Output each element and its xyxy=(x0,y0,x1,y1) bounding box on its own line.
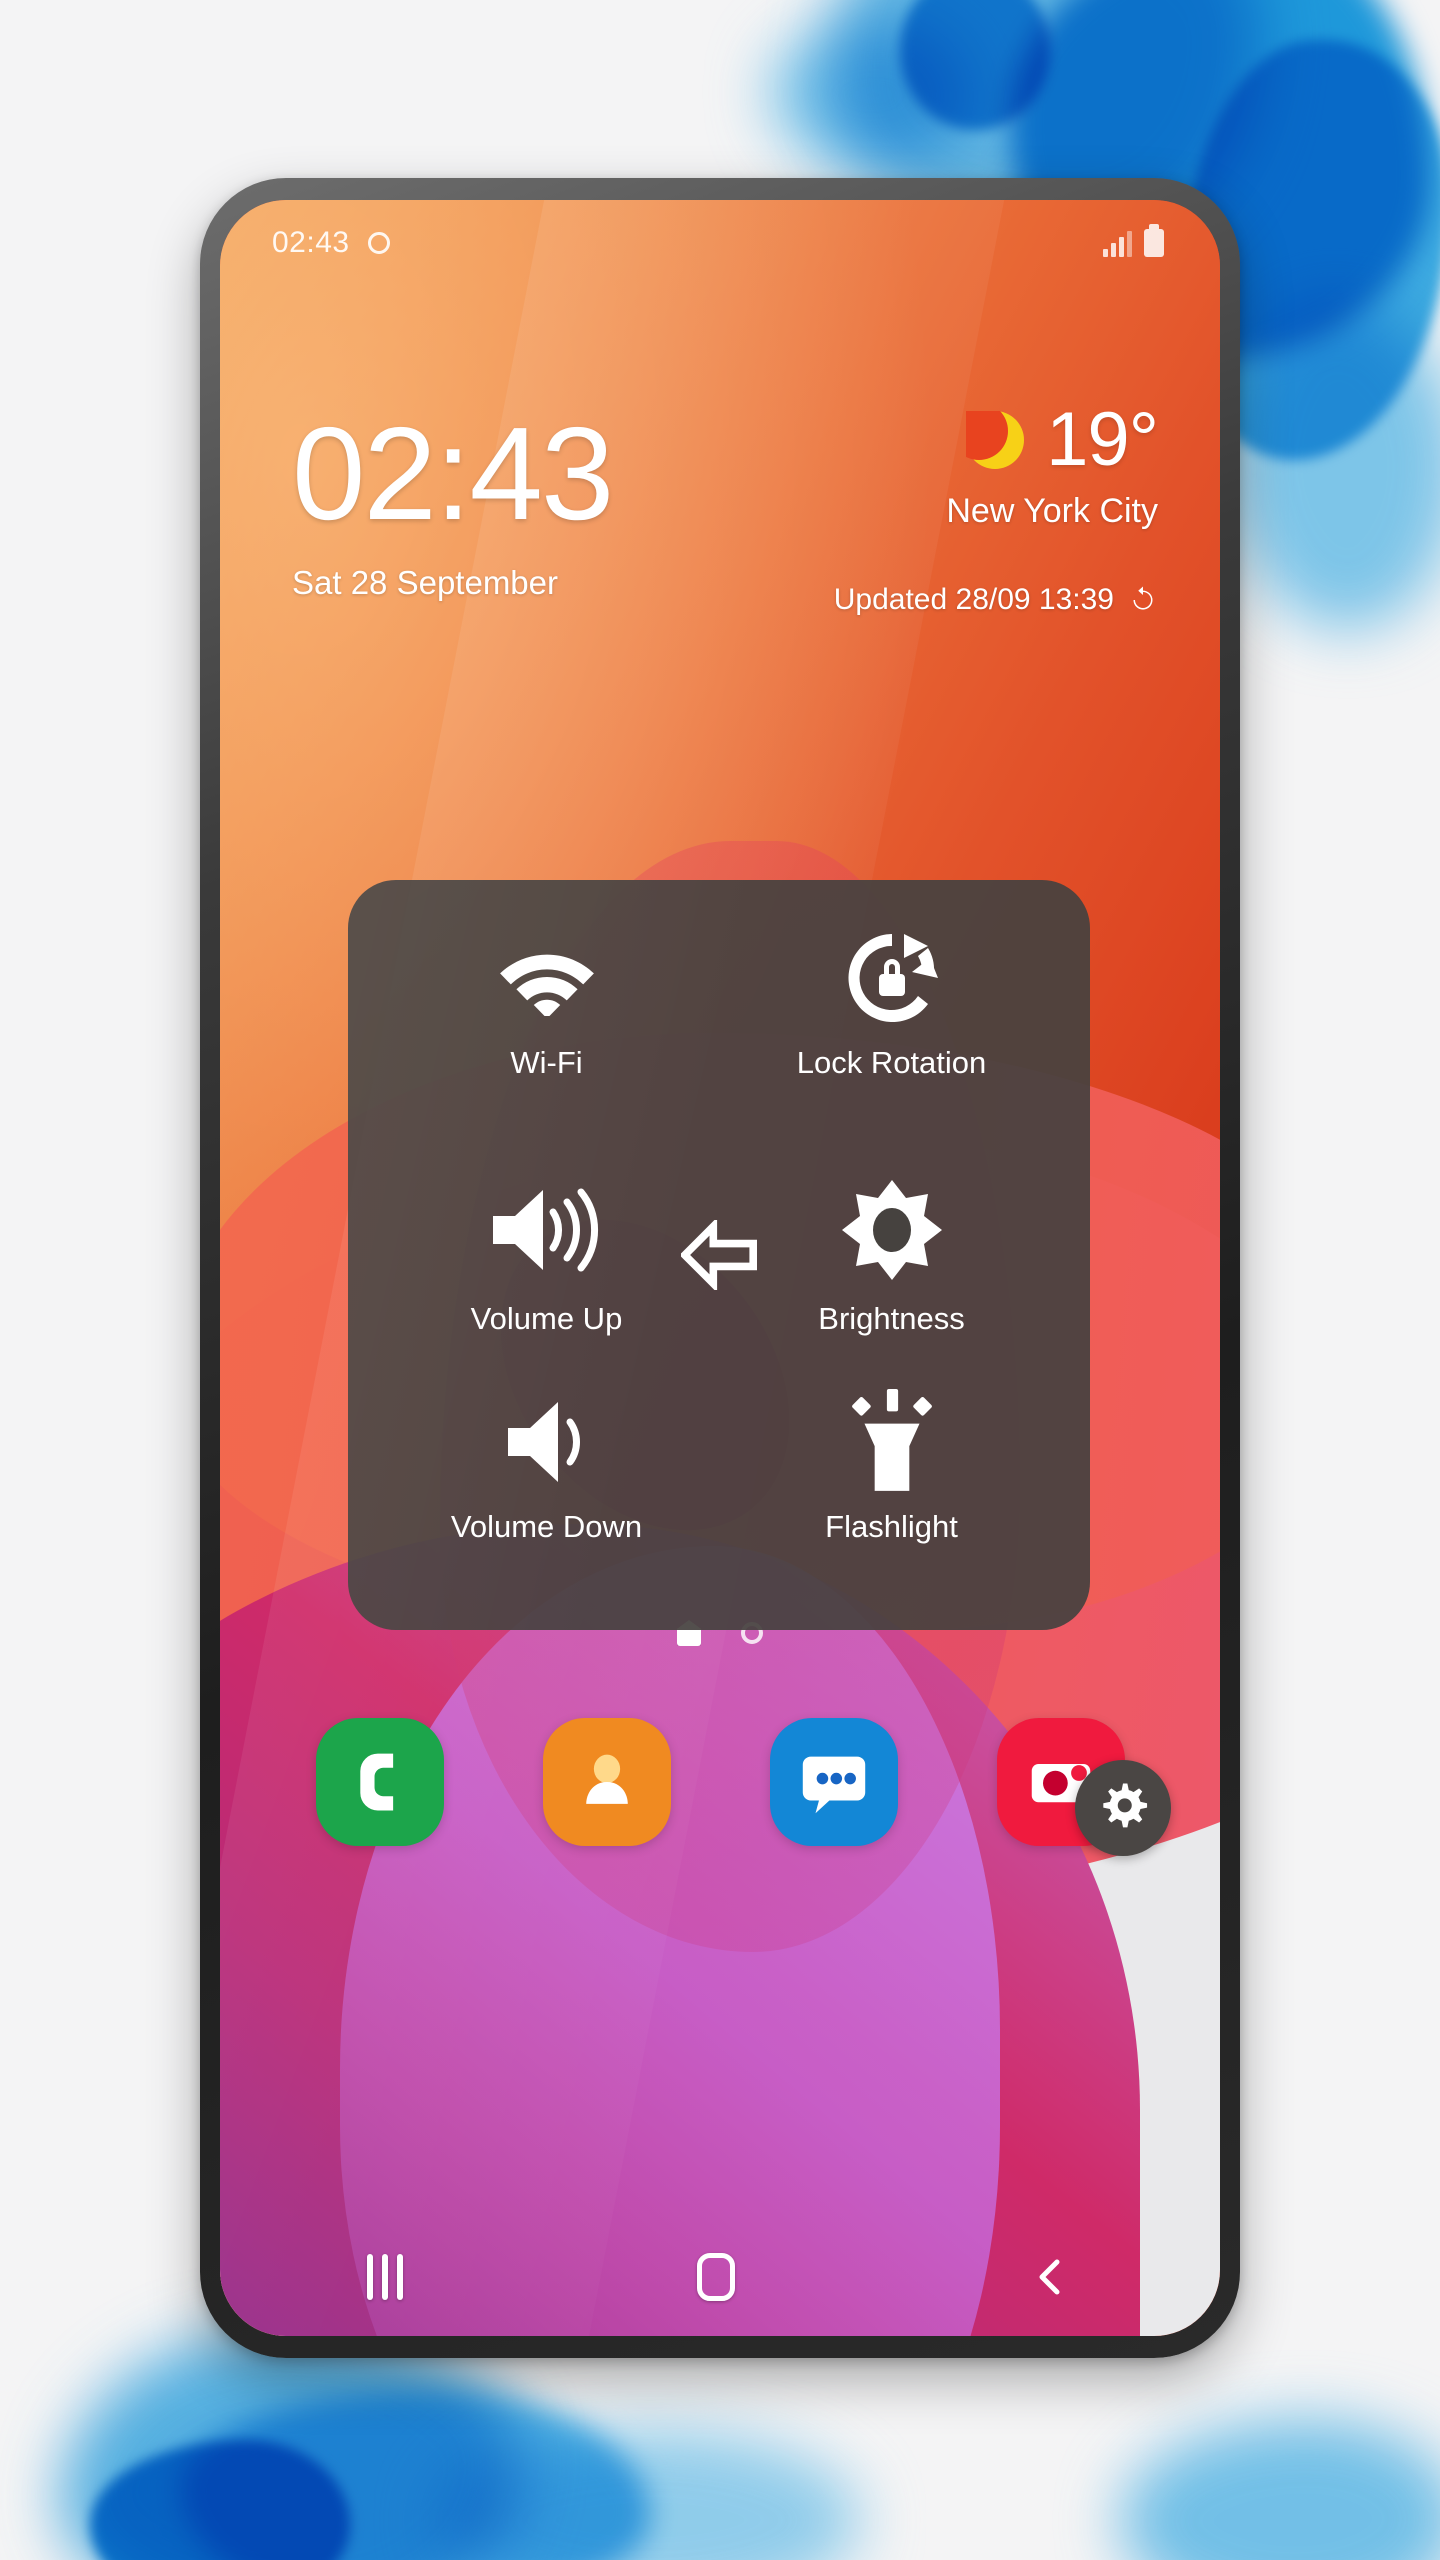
circle-icon xyxy=(367,232,390,254)
control-tile-label: Brightness xyxy=(818,1301,965,1337)
gear-icon xyxy=(1103,1783,1148,1828)
moon-icon xyxy=(966,411,1025,469)
rotation-lock-icon xyxy=(842,922,942,1034)
weather-main: 19° xyxy=(834,397,1159,482)
floating-settings-button[interactable] xyxy=(1075,1760,1171,1856)
control-tile-label: Lock Rotation xyxy=(796,1045,987,1080)
arrow-left-outline-icon[interactable] xyxy=(681,1220,757,1290)
ink-blob xyxy=(1120,2420,1440,2560)
lockscreen-clock: 02:43 xyxy=(292,400,614,547)
weather-city: New York City xyxy=(946,492,1158,530)
ink-blob xyxy=(770,20,970,170)
control-panel[interactable]: Wi-Fi Lock Rotation Volume Up Brightness… xyxy=(348,880,1090,1630)
volume-down-icon xyxy=(498,1386,596,1498)
refresh-icon[interactable] xyxy=(1128,585,1158,615)
weather-updated-text: Updated 28/09 13:39 xyxy=(833,583,1114,616)
chevron-left-icon[interactable] xyxy=(1029,2255,1073,2299)
control-tile-brightness[interactable]: Brightness xyxy=(719,1140,1064,1372)
control-tile-label: Wi-Fi xyxy=(510,1045,583,1080)
flashlight-icon xyxy=(846,1386,938,1498)
weather-temperature: 19° xyxy=(1046,397,1159,482)
app-icon-contacts[interactable] xyxy=(542,1718,671,1846)
app-icon-phone[interactable] xyxy=(315,1718,444,1846)
status-bar: 02:43 xyxy=(220,200,1220,286)
volume-up-icon xyxy=(487,1174,607,1286)
battery-icon xyxy=(1144,224,1164,257)
home-icon[interactable] xyxy=(697,2253,735,2301)
control-tile-label: Volume Down xyxy=(450,1509,643,1544)
navigation-bar xyxy=(220,2218,1220,2336)
control-tile-lock-rotation[interactable]: Lock Rotation xyxy=(719,908,1064,1140)
status-bar-right xyxy=(1103,224,1164,257)
app-icon-messages[interactable] xyxy=(769,1718,898,1846)
phone-icon xyxy=(359,1753,393,1811)
control-tile-volume-down[interactable]: Volume Down xyxy=(374,1372,719,1604)
brightness-icon xyxy=(841,1174,942,1286)
phone-device: 02:43 02:43 Sat 28 September 19° New Yor… xyxy=(200,178,1240,2358)
clock-widget[interactable]: 02:43 Sat 28 September xyxy=(292,400,614,602)
control-tile-label: Volume Up xyxy=(470,1301,623,1337)
control-tile-wifi[interactable]: Wi-Fi xyxy=(374,908,719,1140)
control-tile-volume-up[interactable]: Volume Up xyxy=(374,1140,719,1372)
control-tile-label: Flashlight xyxy=(825,1509,958,1544)
lockscreen-date: Sat 28 September xyxy=(292,564,558,601)
weather-widget[interactable]: 19° New York City Updated 28/09 13:39 xyxy=(834,397,1159,617)
status-bar-time: 02:43 xyxy=(272,226,350,259)
dock xyxy=(220,1718,1220,1846)
status-bar-left: 02:43 xyxy=(272,226,390,260)
phone-screen: 02:43 02:43 Sat 28 September 19° New Yor… xyxy=(220,200,1220,2336)
ink-blob xyxy=(1230,300,1440,630)
control-tile-flashlight[interactable]: Flashlight xyxy=(719,1372,1064,1604)
signal-bars-icon xyxy=(1103,231,1132,257)
wifi-icon xyxy=(495,922,599,1034)
recents-icon[interactable] xyxy=(367,2254,403,2300)
messages-icon xyxy=(802,1756,865,1814)
weather-updated-row: Updated 28/09 13:39 xyxy=(834,583,1158,617)
contacts-icon xyxy=(585,1754,628,1804)
